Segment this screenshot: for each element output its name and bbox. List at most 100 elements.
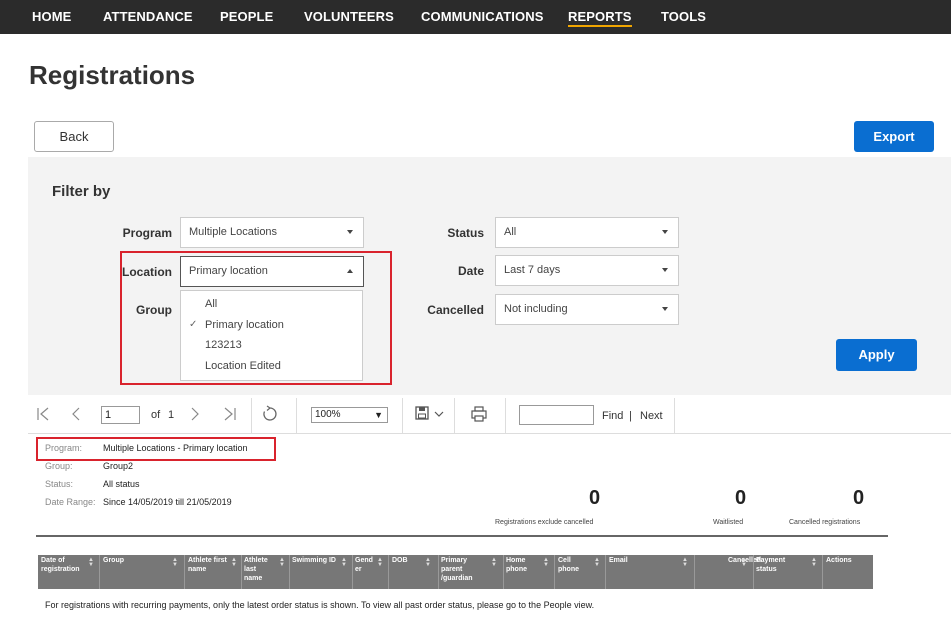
stat-waitlisted-label: Waitlisted <box>713 519 744 526</box>
column-divider <box>388 555 389 589</box>
print-icon[interactable] <box>471 406 487 422</box>
sort-icon[interactable]: ▲ ▼ <box>543 557 549 568</box>
column-swimming-id[interactable]: Swimming ID <box>292 556 336 565</box>
sort-icon[interactable]: ▲ ▼ <box>741 557 747 568</box>
report-status-label: Status: <box>45 479 74 489</box>
back-button[interactable]: Back <box>34 121 114 152</box>
report-toolbar <box>28 398 951 434</box>
cancelled-label: Cancelled <box>427 303 484 317</box>
last-page-icon[interactable] <box>223 407 237 421</box>
refresh-icon[interactable] <box>261 405 279 423</box>
nav-attendance[interactable]: ATTENDANCE <box>103 9 193 24</box>
column-divider <box>694 555 695 589</box>
column-athlete-first-name[interactable]: Athlete first name <box>188 556 228 574</box>
report-group-label: Group: <box>45 461 73 471</box>
sort-icon[interactable]: ▲ ▼ <box>88 557 94 568</box>
toolbar-divider <box>505 398 506 434</box>
column-email[interactable]: Email <box>609 556 669 565</box>
find-link[interactable]: Find <box>602 410 623 422</box>
column-athlete-last-name[interactable]: Athlete last name <box>244 556 274 583</box>
filter-title: Filter by <box>52 183 111 200</box>
stat-registrations-label: Registrations exclude cancelled <box>495 519 594 526</box>
column-divider <box>503 555 504 589</box>
sort-icon[interactable]: ▲ ▼ <box>172 557 178 568</box>
total-pages: 1 <box>168 409 175 421</box>
column-group[interactable]: Group <box>103 556 163 565</box>
cancelled-select[interactable]: Not including <box>495 294 679 325</box>
sort-icon[interactable]: ▲ ▼ <box>682 557 688 568</box>
sort-icon[interactable]: ▲ ▼ <box>279 557 285 568</box>
report-date-value: Since 14/05/2019 till 21/05/2019 <box>103 497 232 507</box>
next-page-icon[interactable] <box>189 407 201 421</box>
column-primary-parent[interactable]: Primary parent /guardian <box>441 556 481 583</box>
column-actions: Actions <box>826 557 852 564</box>
stat-cancelled-value: 0 <box>853 487 865 509</box>
find-input[interactable] <box>519 405 594 425</box>
page-title: Registrations <box>29 60 196 90</box>
zoom-value: 100% <box>315 409 341 420</box>
column-divider <box>184 555 185 589</box>
report-status-value: All status <box>103 479 140 489</box>
nav-communications[interactable]: COMMUNICATIONS <box>421 9 543 24</box>
stat-registrations-value: 0 <box>589 487 601 509</box>
chevron-down-icon <box>347 230 353 234</box>
nav-volunteers[interactable]: VOLUNTEERS <box>304 9 394 24</box>
sort-icon[interactable]: ▲ ▼ <box>425 557 431 568</box>
find-separator: | <box>629 410 632 422</box>
column-divider <box>241 555 242 589</box>
column-payment-status[interactable]: Payment status <box>756 556 790 574</box>
nav-people[interactable]: PEOPLE <box>220 9 273 24</box>
highlight-box-location <box>120 251 392 385</box>
sort-icon[interactable]: ▲ ▼ <box>377 557 383 568</box>
report-group-value: Group2 <box>103 461 134 471</box>
stat-cancelled-label: Cancelled registrations <box>789 519 861 526</box>
column-divider <box>822 555 823 589</box>
nav-reports[interactable]: REPORTS <box>568 9 632 27</box>
top-nav: HOME ATTENDANCE PEOPLE VOLUNTEERS COMMUN… <box>0 0 951 34</box>
divider-rule <box>36 535 888 537</box>
apply-button[interactable]: Apply <box>836 339 917 371</box>
first-page-icon[interactable] <box>36 407 50 421</box>
toolbar-divider <box>454 398 455 434</box>
column-dob[interactable]: DOB <box>392 556 422 565</box>
program-select-value: Multiple Locations <box>189 226 278 238</box>
sort-icon[interactable]: ▲ ▼ <box>231 557 237 568</box>
cancelled-select-value: Not including <box>504 303 568 315</box>
toolbar-divider <box>674 398 675 434</box>
save-icon[interactable] <box>415 406 429 420</box>
column-divider <box>554 555 555 589</box>
toolbar-divider <box>296 398 297 434</box>
column-cell-phone[interactable]: Cell phone <box>558 556 588 574</box>
export-button[interactable]: Export <box>854 121 934 152</box>
column-gender[interactable]: Gend er <box>355 556 373 574</box>
page-number-input[interactable]: 1 <box>101 406 140 424</box>
sort-icon[interactable]: ▲ ▼ <box>341 557 347 568</box>
registrations-table-header: Date of registration ▲ ▼ Group ▲ ▼ Athlete… <box>38 555 873 589</box>
column-home-phone[interactable]: Home phone <box>506 556 536 574</box>
status-label: Status <box>447 226 484 240</box>
toolbar-divider <box>402 398 403 434</box>
zoom-select[interactable]: 100% ▼ <box>311 407 388 423</box>
column-divider <box>99 555 100 589</box>
program-select[interactable]: Multiple Locations <box>180 217 364 248</box>
date-select[interactable]: Last 7 days <box>495 255 679 286</box>
nav-home[interactable]: HOME <box>32 9 71 24</box>
date-label: Date <box>457 264 484 278</box>
sort-icon[interactable]: ▲ ▼ <box>594 557 600 568</box>
previous-page-icon[interactable] <box>70 407 82 421</box>
next-link[interactable]: Next <box>640 410 663 422</box>
sort-icon[interactable]: ▲ ▼ <box>491 557 497 568</box>
chevron-down-icon[interactable] <box>434 410 444 418</box>
status-select[interactable]: All <box>495 217 679 248</box>
stat-waitlisted-value: 0 <box>735 487 747 509</box>
column-divider <box>753 555 754 589</box>
sort-icon[interactable]: ▲ ▼ <box>811 557 817 568</box>
status-select-value: All <box>504 226 517 238</box>
dropdown-arrow-icon: ▼ <box>374 410 383 420</box>
highlight-box-program <box>36 437 276 461</box>
column-date-of-registration[interactable]: Date of registration <box>41 556 83 574</box>
column-divider <box>289 555 290 589</box>
nav-tools[interactable]: TOOLS <box>661 9 706 24</box>
date-select-value: Last 7 days <box>504 264 561 276</box>
column-divider <box>605 555 606 589</box>
